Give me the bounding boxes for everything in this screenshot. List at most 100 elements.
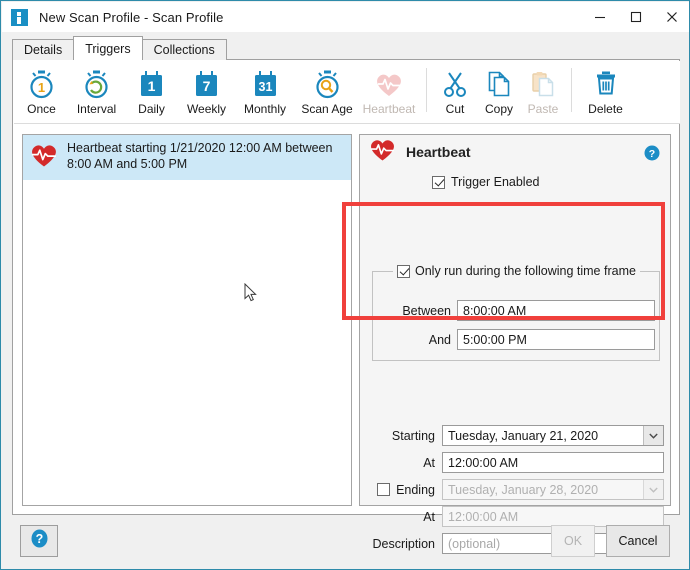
minimize-icon[interactable] — [582, 2, 618, 32]
toolbar-label-daily: Daily — [138, 102, 165, 116]
cancel-button[interactable]: Cancel — [606, 525, 670, 557]
tab-strip: Details Triggers Collections — [12, 36, 227, 60]
help-icon: ? — [30, 529, 49, 553]
toolbar-button-delete[interactable]: Delete — [578, 66, 633, 116]
trash-icon — [593, 69, 619, 99]
toolbar-button-weekly[interactable]: 7 Weekly — [179, 66, 234, 116]
svg-text:1: 1 — [38, 80, 45, 95]
heartbeat-icon — [374, 69, 404, 99]
toolbar-label-scan-age: Scan Age — [301, 102, 353, 116]
svg-text:?: ? — [649, 148, 655, 160]
ending-date-value: Tuesday, January 28, 2020 — [448, 482, 599, 497]
toolbar-button-heartbeat[interactable]: Heartbeat — [358, 66, 420, 116]
trigger-detail-panel: Heartbeat ? Trigger Enabled Only run dur… — [359, 134, 671, 554]
chevron-down-icon[interactable] — [643, 480, 663, 499]
ok-button[interactable]: OK — [551, 525, 595, 557]
time-frame-checkbox[interactable] — [397, 264, 410, 278]
help-button[interactable]: ? — [20, 525, 58, 557]
chevron-down-icon[interactable] — [643, 426, 663, 445]
toolbar-button-paste[interactable]: Paste — [521, 66, 565, 116]
starting-date-value: Tuesday, January 21, 2020 — [448, 428, 599, 443]
ending-label-group[interactable]: Ending — [360, 483, 442, 497]
ending-date-combo[interactable]: Tuesday, January 28, 2020 — [442, 479, 664, 500]
between-row: Between 8:00:00 AM — [373, 300, 659, 321]
window-controls — [582, 2, 689, 32]
ending-at-input[interactable]: 12:00:00 AM — [442, 506, 664, 527]
and-row: And 5:00:00 PM — [373, 329, 659, 350]
svg-text:1: 1 — [148, 78, 156, 94]
trigger-enabled-label: Trigger Enabled — [451, 175, 540, 189]
toolbar-label-interval: Interval — [76, 102, 117, 116]
heartbeat-icon — [29, 142, 59, 173]
toolbar-button-scan-age[interactable]: Scan Age — [296, 66, 358, 116]
svg-text:7: 7 — [203, 78, 211, 94]
calendar-31-icon: 31 — [252, 69, 279, 99]
trigger-enabled-checkbox[interactable] — [432, 175, 445, 189]
toolbar-button-interval[interactable]: Interval — [69, 66, 124, 116]
toolbar-button-monthly[interactable]: 31 Monthly — [234, 66, 296, 116]
window-title: New Scan Profile - Scan Profile — [39, 9, 224, 25]
calendar-7-icon: 7 — [193, 69, 220, 99]
between-label: Between — [402, 303, 451, 318]
toolbar-label-copy: Copy — [484, 102, 513, 116]
help-icon[interactable]: ? — [644, 145, 660, 166]
ending-checkbox[interactable] — [377, 483, 391, 496]
ending-at-row: At 12:00:00 AM — [360, 506, 670, 527]
toolbar-separator-1 — [426, 68, 427, 112]
close-icon[interactable] — [654, 2, 689, 32]
starting-label: Starting — [391, 428, 435, 443]
time-frame-header[interactable]: Only run during the following time frame — [393, 264, 640, 278]
between-time-input[interactable]: 8:00:00 AM — [457, 300, 655, 321]
toolbar-label-cut: Cut — [445, 102, 465, 116]
ending-label: Ending — [396, 482, 435, 497]
maximize-icon[interactable] — [618, 2, 654, 32]
tab-collections[interactable]: Collections — [141, 39, 227, 60]
starting-at-input[interactable]: 12:00:00 AM — [442, 452, 664, 473]
toolbar-label-once: Once — [27, 102, 56, 116]
svg-text:31: 31 — [258, 80, 272, 94]
paste-icon — [530, 69, 556, 99]
scan-profile-window: New Scan Profile - Scan Profile Details … — [0, 0, 690, 570]
title-bar: New Scan Profile - Scan Profile — [2, 2, 689, 32]
svg-text:?: ? — [35, 532, 43, 546]
toolbar-separator-2 — [571, 68, 572, 112]
starting-date-combo[interactable]: Tuesday, January 21, 2020 — [442, 425, 664, 446]
and-label: And — [428, 332, 451, 347]
starting-at-label: At — [423, 455, 435, 470]
heartbeat-icon — [368, 137, 397, 167]
time-frame-groupbox: Only run during the following time frame… — [372, 264, 660, 361]
mouse-cursor — [244, 282, 257, 307]
stopwatch-loop-icon — [83, 69, 110, 99]
app-icon — [11, 8, 28, 26]
tab-triggers[interactable]: Triggers — [73, 36, 143, 60]
detail-header: Heartbeat ? — [360, 135, 670, 169]
triggers-tab-page: 1 Once Interval 1 Daily 7 Weekly 31 Mont… — [12, 59, 680, 554]
ending-at-label: At — [423, 509, 435, 524]
scissors-icon — [442, 69, 468, 99]
stopwatch-search-icon — [314, 69, 341, 99]
toolbar-label-monthly: Monthly — [243, 102, 287, 116]
detail-title: Heartbeat — [406, 144, 471, 160]
copy-icon — [486, 69, 512, 99]
trigger-list[interactable]: Heartbeat starting 1/21/2020 12:00 AM be… — [22, 134, 352, 506]
calendar-1-icon: 1 — [138, 69, 165, 99]
toolbar-button-once[interactable]: 1 Once — [14, 66, 69, 116]
toolbar-button-cut[interactable]: Cut — [433, 66, 477, 116]
and-time-input[interactable]: 5:00:00 PM — [457, 329, 655, 350]
trigger-toolbar: 1 Once Interval 1 Daily 7 Weekly 31 Mont… — [14, 61, 680, 124]
starting-at-row: At 12:00:00 AM — [360, 452, 670, 473]
toolbar-button-copy[interactable]: Copy — [477, 66, 521, 116]
toolbar-label-heartbeat: Heartbeat — [362, 102, 416, 116]
tab-details[interactable]: Details — [12, 39, 75, 60]
trigger-enabled-row[interactable]: Trigger Enabled — [432, 175, 670, 189]
ending-row: Ending Tuesday, January 28, 2020 — [360, 479, 670, 500]
description-label: Description — [372, 536, 435, 551]
toolbar-button-daily[interactable]: 1 Daily — [124, 66, 179, 116]
toolbar-label-paste: Paste — [527, 102, 559, 116]
list-item[interactable]: Heartbeat starting 1/21/2020 12:00 AM be… — [23, 135, 351, 180]
time-frame-label: Only run during the following time frame — [415, 264, 636, 278]
stopwatch-1-icon: 1 — [28, 69, 55, 99]
toolbar-label-weekly: Weekly — [186, 102, 227, 116]
list-item-label: Heartbeat starting 1/21/2020 12:00 AM be… — [67, 141, 333, 171]
toolbar-label-delete: Delete — [588, 102, 623, 116]
